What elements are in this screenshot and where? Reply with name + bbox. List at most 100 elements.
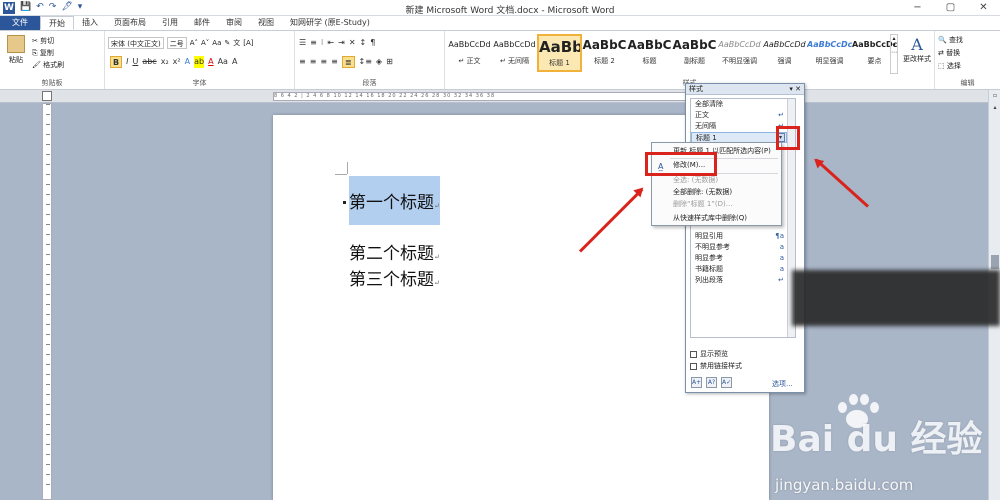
- style-list-item[interactable]: 明显引用 ¶a: [691, 231, 795, 242]
- heading-2-text[interactable]: 第二个标题↵: [349, 239, 440, 264]
- replace-button[interactable]: ⇄ 替换: [938, 47, 963, 60]
- style-list-item[interactable]: 列出段落 ↵: [691, 275, 795, 286]
- heading-1-text[interactable]: 第一个标题↵: [349, 176, 440, 225]
- style-subtle-emphasis[interactable]: AaBbCcDd 不明显强调: [717, 34, 762, 72]
- maximize-icon[interactable]: ▢: [934, 0, 967, 15]
- bullets-icon[interactable]: ☰: [299, 37, 306, 49]
- change-styles-button[interactable]: A 更改样式: [900, 35, 934, 64]
- ruler-toggle-icon[interactable]: ▫: [990, 92, 1000, 101]
- style-list-item[interactable]: 正文 ↵: [691, 110, 795, 121]
- new-style-icon[interactable]: A+: [691, 377, 702, 388]
- qat-customize-icon[interactable]: ▾: [78, 2, 83, 12]
- style-heading-1[interactable]: AaBb 标题 1: [537, 34, 582, 72]
- styles-options-link[interactable]: 选项...: [772, 379, 793, 389]
- styles-pane-close-icon[interactable]: ▾ ✕: [789, 84, 801, 95]
- font-name-select[interactable]: 宋体 (中文正文): [108, 37, 164, 49]
- redo-icon[interactable]: ↷: [49, 2, 57, 12]
- style-list-item[interactable]: 全部清除: [691, 99, 795, 110]
- enclose-char-button[interactable]: A: [232, 56, 237, 68]
- highlight-button[interactable]: ab: [194, 56, 205, 68]
- increase-indent-icon[interactable]: ⇥: [338, 37, 345, 49]
- find-button[interactable]: 🔍 查找: [938, 34, 963, 47]
- copy-button[interactable]: ⎘ 复制: [32, 47, 64, 59]
- select-button[interactable]: ⬚ 选择: [938, 60, 963, 73]
- superscript-button[interactable]: x²: [173, 56, 181, 68]
- line-spacing-icon[interactable]: ↕≡: [359, 56, 372, 68]
- style-title[interactable]: AaBbC 标题: [627, 34, 672, 72]
- grow-font-icon[interactable]: A˄: [190, 37, 198, 49]
- minimize-icon[interactable]: −: [901, 0, 934, 15]
- multilevel-list-icon[interactable]: ⁝: [321, 37, 324, 49]
- style-list-item[interactable]: 不明显参考 a: [691, 242, 795, 253]
- scroll-up-icon[interactable]: ▴: [990, 104, 1000, 113]
- vertical-ruler[interactable]: [42, 103, 52, 500]
- tab-view[interactable]: 视图: [250, 16, 282, 30]
- phonetic-icon[interactable]: 文: [233, 37, 240, 49]
- align-right-icon[interactable]: ≡: [320, 56, 327, 68]
- style-heading-2[interactable]: AaBbC 标题 2: [582, 34, 627, 72]
- justify-icon[interactable]: ≡: [331, 56, 338, 68]
- char-shading-button[interactable]: Aa: [218, 56, 228, 68]
- font-size-select[interactable]: 二号: [166, 37, 187, 49]
- style-normal[interactable]: AaBbCcDd ↵ 正文: [447, 34, 492, 72]
- tab-mailings[interactable]: 邮件: [186, 16, 218, 30]
- distributed-icon[interactable]: ≣: [341, 56, 355, 68]
- show-marks-icon[interactable]: ¶: [370, 37, 375, 49]
- style-inspector-icon[interactable]: A?: [706, 377, 717, 388]
- sort-icon[interactable]: ↕: [360, 37, 367, 49]
- close-icon[interactable]: ✕: [967, 0, 1000, 15]
- clear-format-icon[interactable]: ✎: [224, 37, 230, 49]
- char-border-icon[interactable]: [A]: [243, 37, 253, 49]
- bold-button[interactable]: B: [110, 56, 123, 68]
- menu-item-remove-from-gallery[interactable]: 从快速样式库中删除(Q): [655, 213, 780, 224]
- text-effects-button[interactable]: A: [185, 56, 190, 68]
- menu-item-select-all[interactable]: 全选: (无数据): [655, 175, 780, 186]
- show-preview-option[interactable]: 显示预览: [690, 349, 728, 359]
- numbering-icon[interactable]: ≡: [310, 37, 317, 49]
- underline-button[interactable]: U: [132, 56, 138, 68]
- italic-button[interactable]: I: [126, 56, 128, 68]
- align-left-icon[interactable]: ≡: [299, 56, 306, 68]
- strikethrough-button[interactable]: abc: [142, 56, 156, 68]
- format-painter-button[interactable]: 🖌 格式刷: [32, 59, 64, 71]
- font-color-button[interactable]: A: [208, 56, 213, 68]
- borders-icon[interactable]: ⊞: [386, 56, 393, 68]
- tab-selector-button[interactable]: [42, 91, 52, 101]
- undo-icon[interactable]: ↶: [36, 2, 44, 12]
- style-no-spacing[interactable]: AaBbCcDd ↵ 无间隔: [492, 34, 537, 72]
- word-app-icon[interactable]: W: [3, 2, 15, 14]
- save-icon[interactable]: 💾: [20, 2, 31, 12]
- chinese-layout-icon[interactable]: ✕: [349, 37, 356, 49]
- shading-icon[interactable]: ◈: [376, 56, 382, 68]
- heading-3-text[interactable]: 第三个标题↵: [349, 265, 440, 290]
- tab-references[interactable]: 引用: [154, 16, 186, 30]
- decrease-indent-icon[interactable]: ⇤: [327, 37, 334, 49]
- tab-home[interactable]: 开始: [40, 16, 74, 30]
- disable-linked-option[interactable]: 禁用链接样式: [690, 361, 742, 371]
- disable-linked-checkbox[interactable]: [690, 362, 697, 370]
- style-list-item[interactable]: 明显参考 a: [691, 253, 795, 264]
- paste-button[interactable]: 粘贴: [4, 35, 28, 67]
- menu-item-delete[interactable]: 删除“标题 1”(D)...: [655, 199, 780, 210]
- tab-insert[interactable]: 插入: [74, 16, 106, 30]
- cut-button[interactable]: ✂ 剪切: [32, 35, 64, 47]
- style-subtitle[interactable]: AaBbC 副标题: [672, 34, 717, 72]
- tab-estudy[interactable]: 知网研学 (原E-Study): [282, 16, 378, 30]
- show-preview-checkbox[interactable]: [690, 350, 697, 358]
- manage-styles-icon[interactable]: A✓: [721, 377, 732, 388]
- align-center-icon[interactable]: ≡: [310, 56, 317, 68]
- shrink-font-icon[interactable]: A˅: [201, 37, 209, 49]
- tab-review[interactable]: 审阅: [218, 16, 250, 30]
- tab-file[interactable]: 文件: [0, 16, 40, 30]
- style-emphasis[interactable]: AaBbCcDd 强调: [762, 34, 807, 72]
- pen-icon[interactable]: 🖋: [61, 2, 72, 12]
- tab-page-layout[interactable]: 页面布局: [106, 16, 154, 30]
- scroll-thumb[interactable]: [991, 255, 999, 269]
- menu-item-remove-all[interactable]: 全部删除: (无数据): [655, 187, 780, 198]
- gallery-scroll[interactable]: ▴ ▾ ⋯: [890, 34, 898, 74]
- style-list-item[interactable]: 书籍标题 a: [691, 264, 795, 275]
- style-intense-emphasis[interactable]: AaBbCcDc 明显强调: [807, 34, 852, 72]
- change-case-icon[interactable]: Aa: [212, 37, 221, 49]
- horizontal-ruler[interactable]: 8 6 4 2 | 2 4 6 8 10 12 14 16 18 20 22 2…: [273, 92, 688, 101]
- subscript-button[interactable]: x₂: [161, 56, 169, 68]
